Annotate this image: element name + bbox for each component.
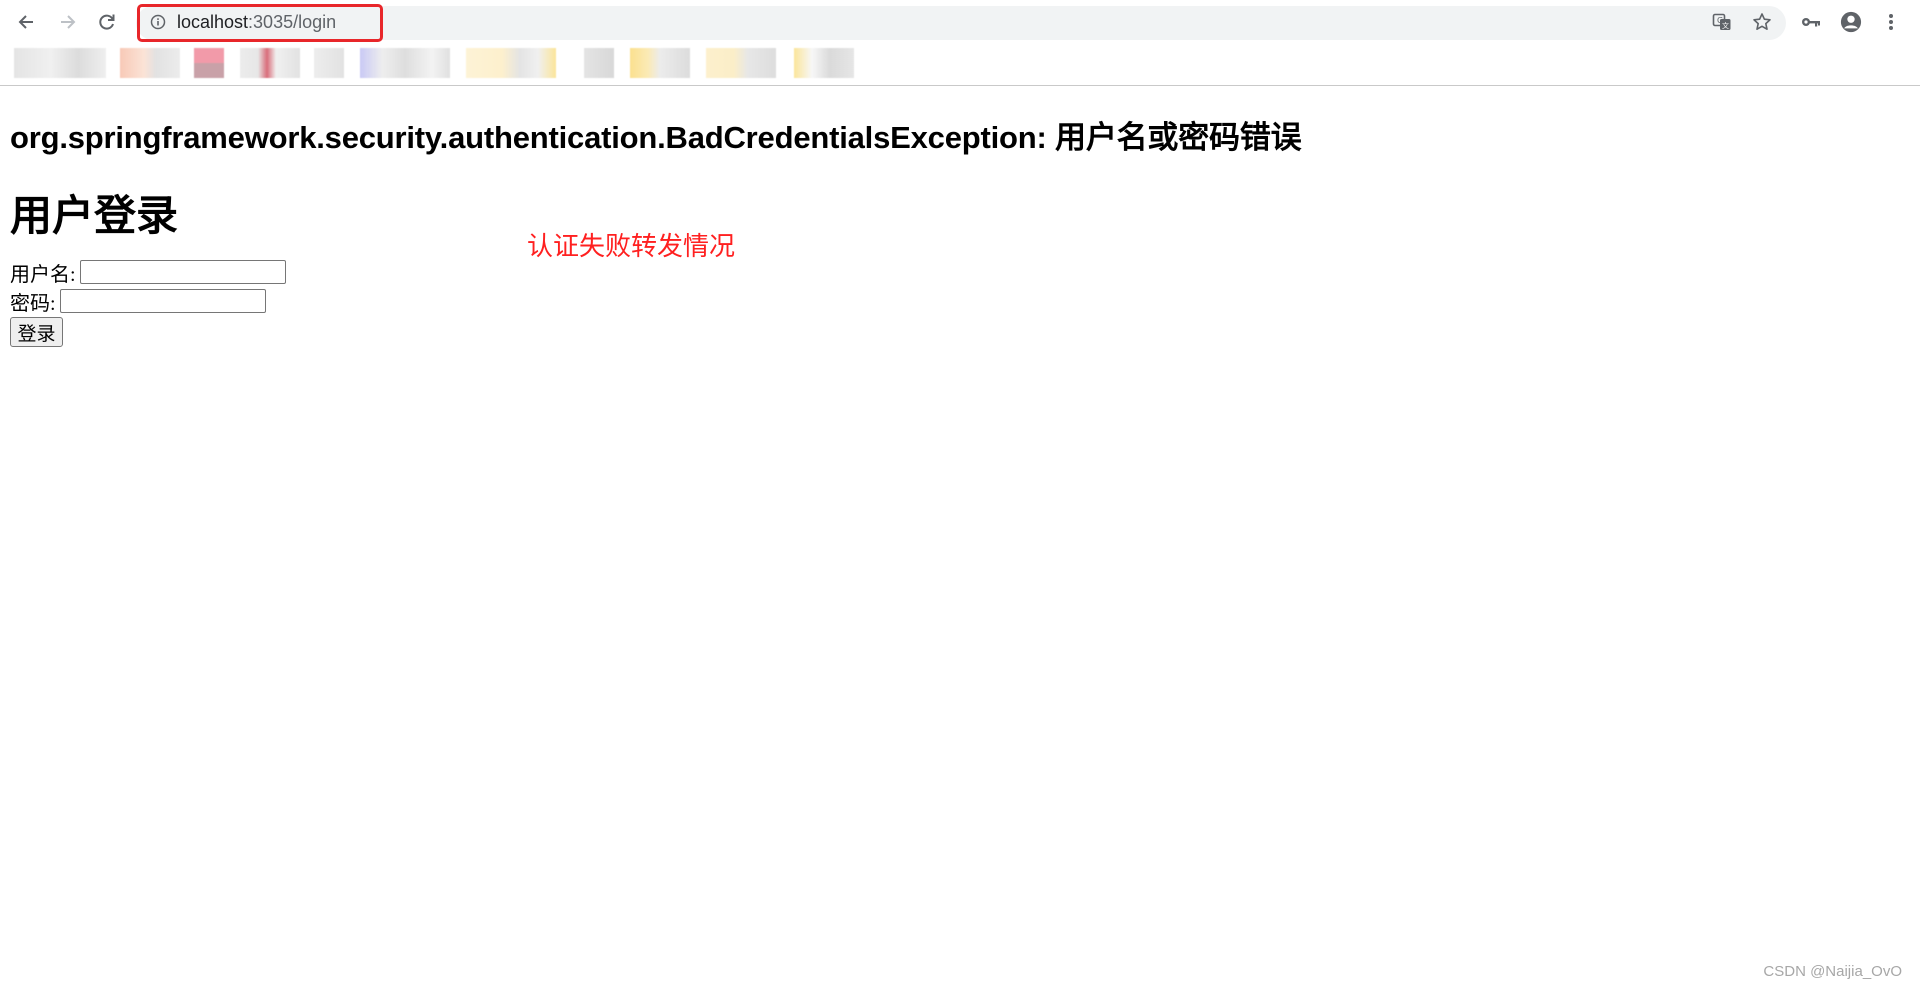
bookmark-star-button[interactable] bbox=[1751, 11, 1773, 33]
bookmark-item-obscured[interactable] bbox=[360, 48, 450, 78]
password-label: 密码: bbox=[10, 292, 56, 315]
browser-toolbar: localhost:3035/login G 文 bbox=[0, 0, 1920, 44]
key-icon bbox=[1802, 18, 1820, 27]
password-key-button[interactable] bbox=[1800, 11, 1822, 33]
username-label: 用户名: bbox=[10, 263, 76, 286]
translate-button[interactable]: G 文 bbox=[1711, 11, 1733, 33]
annotation-label: 认证失败转发情况 bbox=[527, 231, 736, 261]
url-path: :3035/login bbox=[248, 12, 337, 32]
back-button[interactable] bbox=[12, 7, 42, 37]
bookmark-item-obscured[interactable] bbox=[120, 48, 180, 78]
password-row: 密码: bbox=[10, 287, 266, 315]
forward-button[interactable] bbox=[52, 7, 82, 37]
username-input[interactable] bbox=[79, 260, 286, 284]
password-input[interactable] bbox=[59, 289, 266, 313]
browser-menu-button[interactable] bbox=[1880, 11, 1902, 33]
profile-icon bbox=[1840, 11, 1862, 33]
translate-icon: G 文 bbox=[1712, 13, 1731, 30]
page-title: 用户登录 bbox=[10, 192, 179, 239]
bookmark-item-obscured[interactable] bbox=[630, 48, 690, 78]
profile-button[interactable] bbox=[1840, 11, 1862, 33]
bookmark-item-obscured[interactable] bbox=[706, 48, 776, 78]
reload-button[interactable] bbox=[92, 7, 122, 37]
svg-text:文: 文 bbox=[1722, 21, 1729, 30]
url-text[interactable]: localhost:3035/login bbox=[177, 10, 336, 34]
site-info-icon[interactable] bbox=[150, 14, 166, 30]
back-icon bbox=[18, 15, 33, 29]
menu-icon bbox=[1889, 14, 1893, 30]
bookmark-item-obscured[interactable] bbox=[584, 48, 614, 78]
bookmark-item-obscured[interactable] bbox=[466, 48, 556, 78]
url-host: localhost bbox=[177, 12, 249, 32]
bookmark-item-obscured[interactable] bbox=[314, 48, 344, 78]
chrome-divider bbox=[0, 85, 1920, 86]
reload-icon bbox=[99, 14, 115, 30]
bookmark-item-obscured[interactable] bbox=[194, 48, 224, 78]
username-row: 用户名: bbox=[10, 258, 286, 286]
bookmark-item-obscured[interactable] bbox=[240, 48, 300, 78]
forward-icon bbox=[61, 15, 76, 29]
address-bar[interactable] bbox=[136, 6, 1786, 40]
watermark: CSDN @Naijia_OvO bbox=[1763, 963, 1902, 980]
bookmarks-bar bbox=[0, 44, 1920, 84]
error-message: org.springframework.security.authenticat… bbox=[10, 120, 1302, 155]
bookmark-star-icon bbox=[1753, 13, 1771, 30]
login-button[interactable]: 登录 bbox=[10, 317, 63, 347]
bookmark-item-obscured[interactable] bbox=[14, 48, 106, 78]
bookmark-item-obscured[interactable] bbox=[794, 48, 854, 78]
